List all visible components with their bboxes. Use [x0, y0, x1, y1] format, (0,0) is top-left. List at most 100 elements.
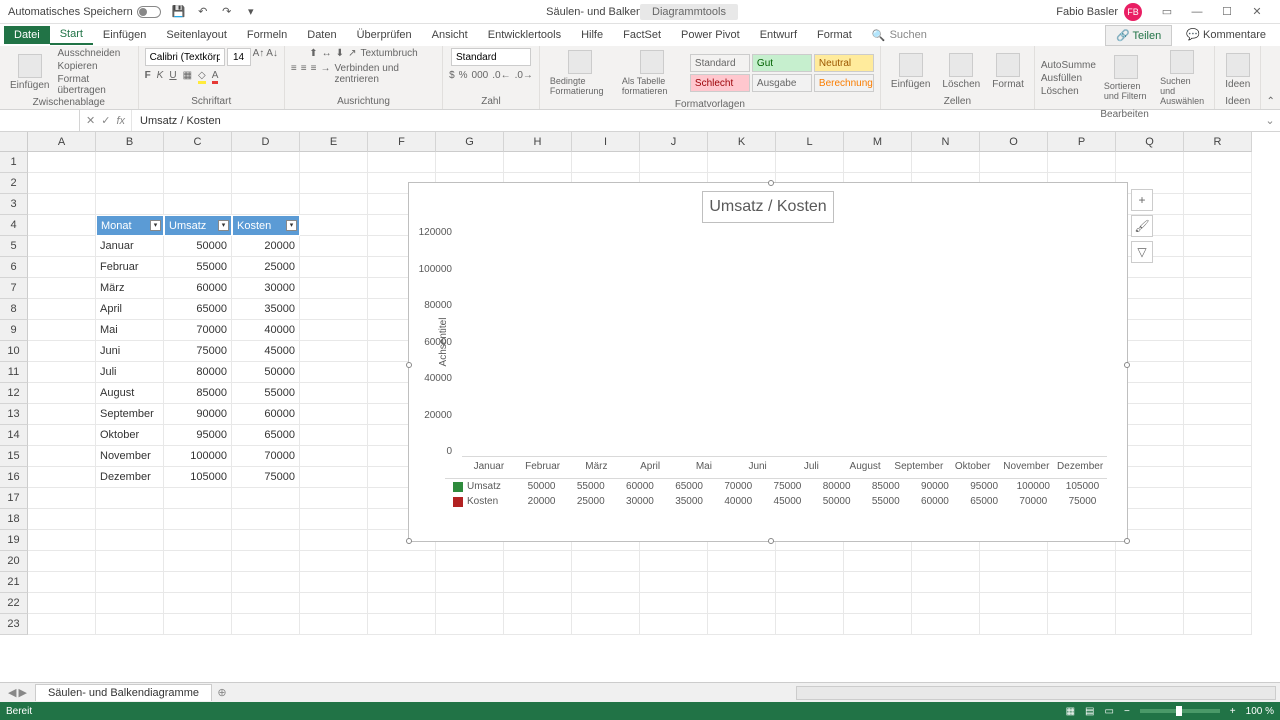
- tab-entwurf[interactable]: Entwurf: [750, 26, 807, 44]
- autosum-button[interactable]: AutoSumme: [1041, 60, 1096, 71]
- cell[interactable]: [776, 593, 844, 614]
- cell[interactable]: [708, 593, 776, 614]
- column-header[interactable]: A: [28, 132, 96, 152]
- cell[interactable]: [1184, 299, 1252, 320]
- cell[interactable]: [28, 152, 96, 173]
- cell[interactable]: [572, 614, 640, 635]
- cell[interactable]: [28, 173, 96, 194]
- cell[interactable]: [436, 551, 504, 572]
- cell[interactable]: [708, 572, 776, 593]
- cell[interactable]: November: [96, 446, 164, 467]
- cell[interactable]: [300, 278, 368, 299]
- conditional-formatting-button[interactable]: Bedingte Formatierung: [546, 48, 614, 98]
- chart-title[interactable]: Umsatz / Kosten: [702, 191, 833, 223]
- cell[interactable]: [776, 614, 844, 635]
- cell[interactable]: [368, 152, 436, 173]
- column-header[interactable]: C: [164, 132, 232, 152]
- cell[interactable]: [164, 593, 232, 614]
- tab-powerpivot[interactable]: Power Pivot: [671, 26, 750, 44]
- filter-icon[interactable]: ▾: [150, 220, 161, 231]
- chart-filters-button[interactable]: ▽: [1131, 241, 1153, 263]
- cell[interactable]: [300, 446, 368, 467]
- cell[interactable]: [776, 551, 844, 572]
- column-header[interactable]: L: [776, 132, 844, 152]
- sheet-tab-active[interactable]: Säulen- und Balkendiagramme: [35, 684, 212, 701]
- cell[interactable]: 85000: [164, 383, 232, 404]
- cell[interactable]: [504, 572, 572, 593]
- cell[interactable]: [28, 551, 96, 572]
- cell[interactable]: [300, 194, 368, 215]
- maximize-icon[interactable]: ☐: [1212, 2, 1242, 22]
- comments-button[interactable]: 💬 Kommentare: [1176, 25, 1276, 46]
- cell[interactable]: [980, 551, 1048, 572]
- column-header[interactable]: J: [640, 132, 708, 152]
- cell[interactable]: Monat▾: [96, 215, 164, 236]
- cell[interactable]: [1184, 488, 1252, 509]
- cell[interactable]: Kosten▾: [232, 215, 300, 236]
- column-header[interactable]: H: [504, 132, 572, 152]
- cell[interactable]: [164, 173, 232, 194]
- underline-button[interactable]: U: [169, 70, 176, 84]
- cell[interactable]: [776, 152, 844, 173]
- cell[interactable]: [164, 152, 232, 173]
- cell[interactable]: [28, 383, 96, 404]
- style-schlecht[interactable]: Schlecht: [690, 74, 750, 92]
- bold-button[interactable]: F: [145, 70, 151, 84]
- column-header[interactable]: G: [436, 132, 504, 152]
- cell[interactable]: [28, 530, 96, 551]
- cell[interactable]: [912, 572, 980, 593]
- align-bottom-icon[interactable]: ⬇: [336, 48, 344, 59]
- cell[interactable]: [96, 173, 164, 194]
- cell[interactable]: [1116, 152, 1184, 173]
- style-berechnung[interactable]: Berechnung: [814, 74, 874, 92]
- cell[interactable]: [300, 152, 368, 173]
- cell[interactable]: [164, 509, 232, 530]
- sheet-nav-next-icon[interactable]: ▶: [18, 686, 26, 699]
- cell[interactable]: [28, 509, 96, 530]
- cell[interactable]: 20000: [232, 236, 300, 257]
- column-header[interactable]: R: [1184, 132, 1252, 152]
- indent-icon[interactable]: →: [320, 63, 330, 85]
- cell[interactable]: Juni: [96, 341, 164, 362]
- auto-save-toggle[interactable]: [137, 6, 161, 18]
- cell[interactable]: [28, 257, 96, 278]
- cell[interactable]: [368, 614, 436, 635]
- cell[interactable]: [1116, 551, 1184, 572]
- cell[interactable]: [300, 173, 368, 194]
- zoom-slider[interactable]: [1140, 709, 1220, 713]
- clear-button[interactable]: Löschen: [1041, 86, 1096, 97]
- chart-styles-button[interactable]: 🖌: [1131, 215, 1153, 237]
- decrease-font-icon[interactable]: A↓: [266, 48, 278, 66]
- cell[interactable]: 55000: [164, 257, 232, 278]
- cell[interactable]: September: [96, 404, 164, 425]
- row-header[interactable]: 7: [0, 278, 28, 299]
- cell[interactable]: [300, 551, 368, 572]
- cell[interactable]: [1116, 614, 1184, 635]
- cell[interactable]: [368, 572, 436, 593]
- format-as-table-button[interactable]: Als Tabelle formatieren: [618, 48, 686, 98]
- expand-formula-bar-icon[interactable]: ⌄: [1260, 114, 1280, 127]
- column-header[interactable]: M: [844, 132, 912, 152]
- cell[interactable]: [436, 152, 504, 173]
- row-header[interactable]: 4: [0, 215, 28, 236]
- font-name-input[interactable]: [145, 48, 225, 66]
- cell[interactable]: [300, 320, 368, 341]
- user-account[interactable]: Fabio Basler FB: [1056, 3, 1142, 21]
- tab-ansicht[interactable]: Ansicht: [422, 26, 478, 44]
- fill-color-icon[interactable]: ◇: [198, 70, 206, 84]
- cell[interactable]: [504, 152, 572, 173]
- cell[interactable]: [300, 530, 368, 551]
- cell[interactable]: [1184, 446, 1252, 467]
- view-normal-icon[interactable]: ▦: [1066, 706, 1075, 717]
- cell[interactable]: [300, 488, 368, 509]
- cell[interactable]: [28, 341, 96, 362]
- cell[interactable]: 95000: [164, 425, 232, 446]
- cell[interactable]: [1184, 320, 1252, 341]
- name-box[interactable]: [0, 110, 80, 131]
- cell[interactable]: Umsatz▾: [164, 215, 232, 236]
- tab-start[interactable]: Start: [50, 25, 93, 45]
- border-icon[interactable]: ▦: [183, 70, 192, 84]
- cell[interactable]: 35000: [232, 299, 300, 320]
- filter-icon[interactable]: ▾: [218, 220, 229, 231]
- view-page-layout-icon[interactable]: ▤: [1085, 706, 1094, 717]
